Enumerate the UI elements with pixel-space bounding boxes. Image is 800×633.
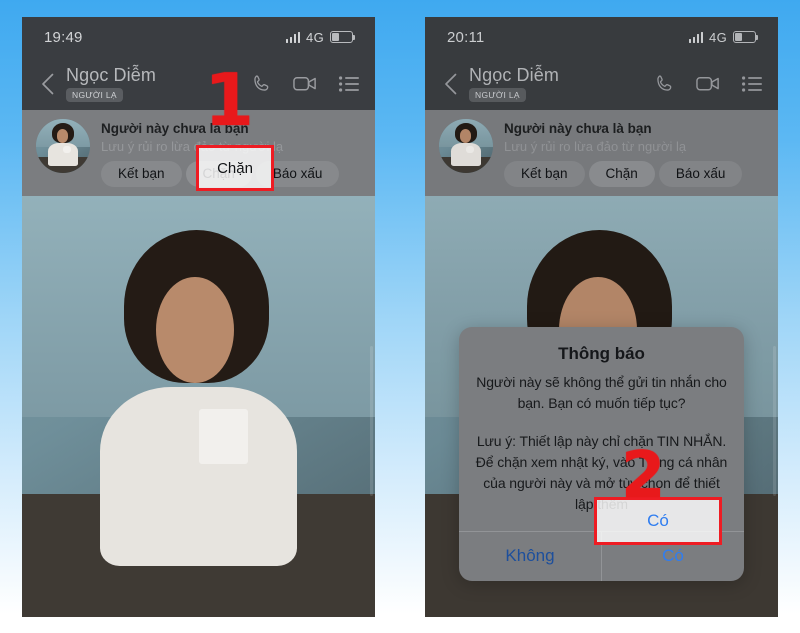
annotation-highlight-block-button: Chặn: [196, 145, 274, 191]
stranger-badge: NGƯỜI LẠ: [66, 87, 123, 102]
dialog-message: Người này sẽ không thể gửi tin nhắn cho …: [476, 374, 727, 411]
battery-icon: [330, 31, 356, 43]
chat-navbar-left: Ngọc Diễm NGƯỜI LẠ: [22, 57, 375, 110]
add-friend-button[interactable]: Kết bạn: [101, 161, 182, 187]
message-row-left: [KHUYẾN MẠI] GIẢM 20% PHÍ DỊCH VỤ ĐĂNG T…: [22, 196, 375, 617]
status-indicators: 4G: [285, 29, 356, 45]
phone-icon[interactable]: [251, 73, 272, 94]
annotation-highlight-label: Chặn: [217, 159, 253, 177]
annotation-step-1: 1: [204, 58, 255, 142]
dialog-title: Thông báo: [558, 344, 645, 363]
phone-screenshot-left: 19:49 4G Ngọc Diễm NGƯỜI LẠ Người này ch…: [22, 17, 375, 617]
network-type-label: 4G: [306, 29, 324, 45]
status-time: 19:49: [44, 28, 83, 46]
chat-body-left: 0854965... Xem thêm 10:11 10/11/2020 [KH…: [22, 194, 375, 617]
scrollbar[interactable]: [370, 346, 373, 496]
status-bar-left: 19:49 4G: [22, 17, 375, 57]
avatar[interactable]: [36, 119, 90, 173]
chat-actions-left: [251, 73, 359, 94]
annotation-step-2: 2: [621, 439, 666, 513]
signal-bars-icon: [285, 31, 301, 43]
list-menu-icon[interactable]: [339, 75, 359, 92]
chevron-left-icon[interactable]: [34, 71, 60, 97]
message-avatar[interactable]: [22, 196, 375, 617]
video-camera-icon[interactable]: [293, 74, 318, 93]
dialog-cancel-button[interactable]: Không: [459, 532, 601, 581]
